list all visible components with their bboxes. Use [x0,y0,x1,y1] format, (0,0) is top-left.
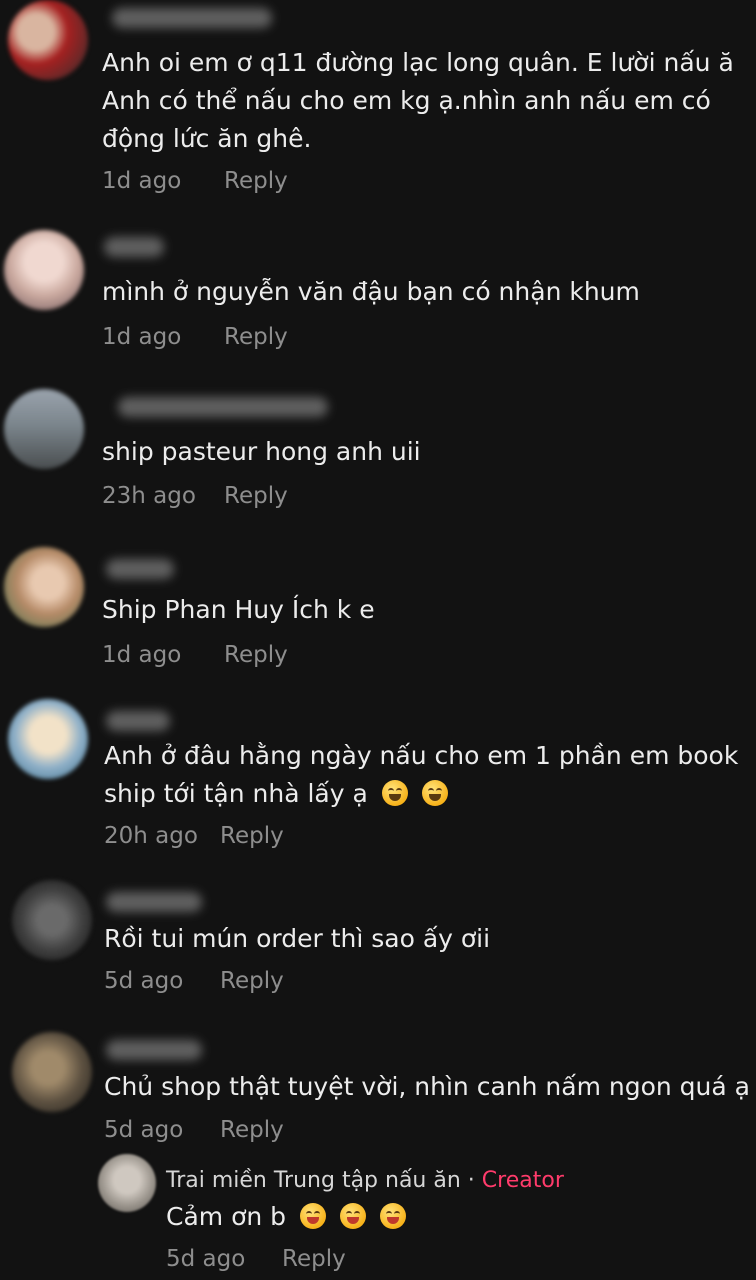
comment-item: Anh oi em ơ q11 đường lạc long quân. E l… [0,0,756,215]
timestamp: 5d ago [104,968,184,994]
user-avatar[interactable] [12,1032,92,1112]
reply-button[interactable]: Reply [224,168,288,194]
reply-button[interactable]: Reply [220,1117,284,1143]
comment-text-line: ship tới tận nhà lấy ạ [104,779,368,808]
smiling-hearts-emoji-icon [300,1203,326,1229]
reply-button[interactable]: Reply [220,968,284,994]
user-avatar[interactable] [4,230,84,310]
reply-text: Cảm ơn b [166,1198,406,1236]
comment-item: Rồi tui mún order thì sao ấy ơii 5d ago … [0,880,756,1020]
comment-meta: 5d ago Reply [104,1117,284,1143]
username-blurred[interactable] [112,8,272,28]
timestamp: 1d ago [102,168,182,194]
creator-name[interactable]: Trai miền Trung tập nấu ăn [166,1168,461,1193]
timestamp: 20h ago [104,823,198,849]
username-blurred[interactable] [106,1040,202,1060]
user-avatar[interactable] [4,547,84,627]
comment-text: ship pasteur hong anh uii [102,437,421,466]
comment-text: ship tới tận nhà lấy ạ [104,775,448,813]
comment-text: Chủ shop thật tuyệt vời, nhìn canh nấm n… [104,1072,750,1101]
comment-meta: 23h ago Reply [102,483,288,509]
comment-text: Rồi tui mún order thì sao ấy ơii [104,924,491,953]
comment-meta: 1d ago Reply [102,642,288,668]
username-blurred[interactable] [106,892,202,912]
reply-button[interactable]: Reply [224,642,288,668]
username-blurred[interactable] [106,711,170,731]
username-blurred[interactable] [118,397,328,417]
comment-text: động lức ăn ghê. [102,124,312,153]
reply-button[interactable]: Reply [224,324,288,350]
smiling-hearts-emoji-icon [339,1203,366,1229]
comment-item: mình ở nguyễn văn đậu bạn có nhận khum 1… [0,225,756,365]
creator-name-line: Trai miền Trung tập nấu ăn · Creator [166,1168,564,1193]
comment-meta: 5d ago Reply [104,968,284,994]
creator-reply-item: Trai miền Trung tập nấu ăn · Creator Cảm… [0,1150,756,1280]
name-separator: · [460,1168,482,1193]
comment-text: Anh ở đâu hằng ngày nấu cho em 1 phần em… [104,741,739,770]
comment-item: ship pasteur hong anh uii 23h ago Reply [0,385,756,525]
reply-button[interactable]: Reply [224,483,288,509]
timestamp: 1d ago [102,324,182,350]
reply-button[interactable]: Reply [282,1246,346,1272]
comment-meta: 1d ago Reply [102,168,288,194]
smiling-hearts-emoji-icon [379,1203,406,1229]
comment-item: Ship Phan Huy Ích k e 1d ago Reply [0,545,756,685]
user-avatar[interactable] [4,389,84,469]
comment-item: Anh ở đâu hằng ngày nấu cho em 1 phần em… [0,697,756,867]
comment-text: Anh có thể nấu cho em kg ạ.nhìn anh nấu … [102,86,711,115]
comment-text: Ship Phan Huy Ích k e [102,595,375,624]
comment-item: Chủ shop thật tuyệt vời, nhìn canh nấm n… [0,1028,756,1153]
comment-meta: 1d ago Reply [102,324,288,350]
laughing-emoji-icon [421,780,448,806]
comment-meta: 20h ago Reply [104,823,284,849]
user-avatar[interactable] [8,0,88,80]
user-avatar[interactable] [8,699,88,779]
comment-text: Anh oi em ơ q11 đường lạc long quân. E l… [102,48,734,77]
user-avatar[interactable] [12,880,92,960]
username-blurred[interactable] [106,559,174,579]
timestamp: 5d ago [104,1117,184,1143]
username-blurred[interactable] [104,237,164,257]
creator-badge: Creator [481,1168,564,1193]
laughing-emoji-icon [381,780,408,806]
reply-text-line: Cảm ơn b [166,1202,287,1231]
timestamp: 1d ago [102,642,182,668]
creator-avatar[interactable] [98,1154,156,1212]
comment-text: mình ở nguyễn văn đậu bạn có nhận khum [102,277,640,306]
reply-button[interactable]: Reply [220,823,284,849]
reply-meta: 5d ago Reply [166,1246,346,1272]
timestamp: 5d ago [166,1246,246,1272]
timestamp: 23h ago [102,483,196,509]
